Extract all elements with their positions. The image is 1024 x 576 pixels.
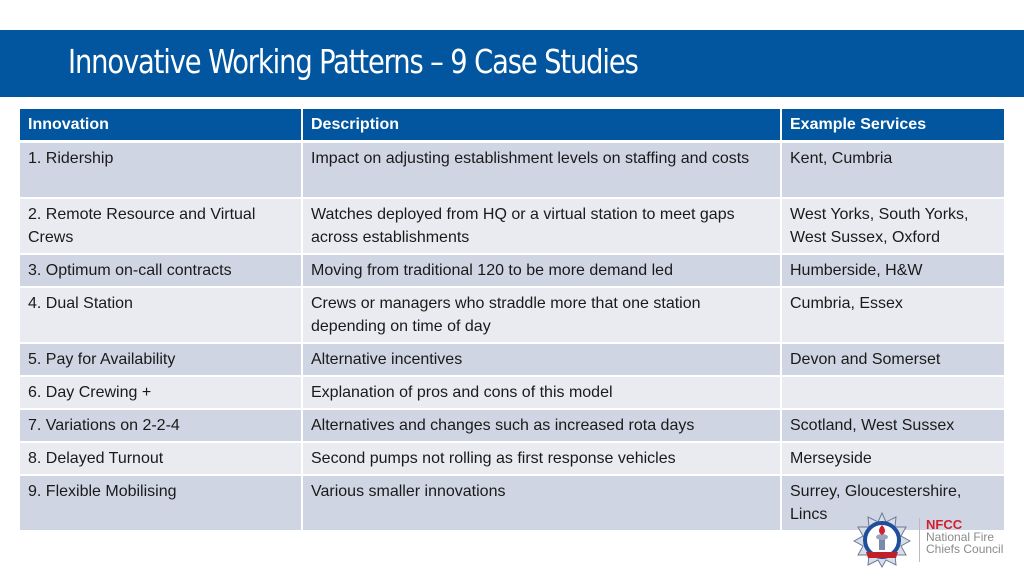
services-cell: Devon and Somerset — [781, 343, 1004, 377]
table-row: 2. Remote Resource and Virtual Crews Wat… — [20, 198, 1004, 255]
innovation-cell: 9. Flexible Mobilising — [20, 475, 303, 532]
services-cell: Merseyside — [781, 442, 1004, 476]
fire-service-star-emblem-icon — [853, 512, 911, 568]
logo-divider — [919, 518, 920, 562]
table-row: 8. Delayed Turnout Second pumps not roll… — [20, 442, 1004, 476]
services-cell: Cumbria, Essex — [781, 287, 1004, 344]
description-cell: Second pumps not rolling as first respon… — [302, 442, 782, 476]
services-cell: West Yorks, South Yorks, West Sussex, Ox… — [781, 198, 1004, 255]
nfcc-logo: NFCC National Fire Chiefs Council — [853, 512, 1013, 568]
table-row: 3. Optimum on-call contracts Moving from… — [20, 254, 1004, 288]
description-cell: Various smaller innovations — [302, 475, 782, 532]
innovation-cell: 8. Delayed Turnout — [20, 442, 303, 476]
innovation-cell: 4. Dual Station — [20, 287, 303, 344]
table-row: 1. Ridership Impact on adjusting establi… — [20, 141, 1004, 199]
column-header-example-services: Example Services — [781, 109, 1004, 143]
services-cell: Scotland, West Sussex — [781, 409, 1004, 443]
table-row: 4. Dual Station Crews or managers who st… — [20, 287, 1004, 344]
services-cell: Kent, Cumbria — [781, 141, 1004, 199]
slide-title: Innovative Working Patterns – 9 Case Stu… — [68, 42, 639, 81]
description-cell: Crews or managers who straddle more that… — [302, 287, 782, 344]
description-cell: Impact on adjusting establishment levels… — [302, 141, 782, 199]
description-cell: Alternatives and changes such as increas… — [302, 409, 782, 443]
title-bar: Innovative Working Patterns – 9 Case Stu… — [0, 30, 1024, 97]
description-cell: Moving from traditional 120 to be more d… — [302, 254, 782, 288]
table-row: 5. Pay for Availability Alternative ince… — [20, 343, 1004, 377]
logo-organisation-name: National Fire Chiefs Council — [926, 530, 1004, 556]
innovation-cell: 2. Remote Resource and Virtual Crews — [20, 198, 303, 255]
column-header-innovation: Innovation — [20, 109, 303, 143]
column-header-description: Description — [302, 109, 782, 143]
table-row: 6. Day Crewing + Explanation of pros and… — [20, 376, 1004, 410]
services-cell — [781, 376, 1004, 410]
innovation-cell: 6. Day Crewing + — [20, 376, 303, 410]
case-studies-table: Innovation Description Example Services … — [20, 109, 1004, 532]
description-cell: Explanation of pros and cons of this mod… — [302, 376, 782, 410]
table-row: 7. Variations on 2-2-4 Alternatives and … — [20, 409, 1004, 443]
innovation-cell: 1. Ridership — [20, 141, 303, 199]
innovation-cell: 5. Pay for Availability — [20, 343, 303, 377]
services-cell: Humberside, H&W — [781, 254, 1004, 288]
description-cell: Alternative incentives — [302, 343, 782, 377]
table-header-row: Innovation Description Example Services — [20, 109, 1004, 143]
innovation-cell: 3. Optimum on-call contracts — [20, 254, 303, 288]
innovation-cell: 7. Variations on 2-2-4 — [20, 409, 303, 443]
description-cell: Watches deployed from HQ or a virtual st… — [302, 198, 782, 255]
